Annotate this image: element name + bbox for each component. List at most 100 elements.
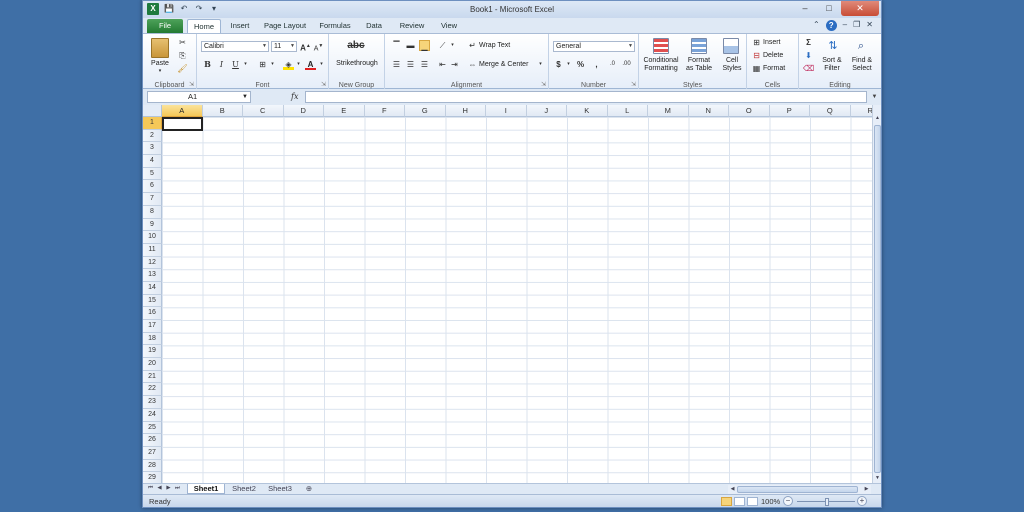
column-header-j[interactable]: J bbox=[526, 105, 567, 117]
next-sheet-icon[interactable]: ▶ bbox=[165, 485, 172, 492]
format-painter-icon[interactable]: 🖌 bbox=[177, 63, 188, 74]
wrap-text-button[interactable]: Wrap Text bbox=[479, 42, 519, 49]
cell-styles-icon[interactable] bbox=[723, 38, 739, 54]
tab-page-layout[interactable]: Page Layout bbox=[261, 19, 309, 33]
active-cell[interactable] bbox=[162, 117, 203, 131]
row-header-10[interactable]: 10 bbox=[143, 231, 162, 244]
column-header-h[interactable]: H bbox=[445, 105, 486, 117]
column-header-c[interactable]: C bbox=[243, 105, 284, 117]
increase-indent-icon[interactable]: ⇥ bbox=[449, 59, 460, 70]
increase-decimal-icon[interactable]: .0 bbox=[607, 59, 618, 70]
cell-styles-button[interactable]: Cell bbox=[719, 57, 745, 64]
vertical-scrollbar[interactable]: ▲ ▼ bbox=[872, 105, 881, 483]
align-center-icon[interactable]: ☰ bbox=[405, 59, 416, 70]
scroll-left-icon[interactable]: ◀ bbox=[728, 485, 737, 494]
scroll-down-icon[interactable]: ▼ bbox=[873, 474, 881, 483]
scroll-right-icon[interactable]: ▶ bbox=[862, 485, 871, 494]
format-as-table-label-2[interactable]: as Table bbox=[679, 65, 719, 72]
zoom-in-button[interactable]: + bbox=[857, 496, 867, 506]
row-header-15[interactable]: 15 bbox=[143, 294, 162, 308]
row-header-25[interactable]: 25 bbox=[143, 421, 162, 435]
align-top-icon[interactable]: ▔ bbox=[391, 40, 402, 51]
currency-dropdown-icon[interactable]: ▾ bbox=[563, 59, 574, 70]
page-layout-view-icon[interactable] bbox=[734, 497, 745, 506]
column-header-e[interactable]: E bbox=[324, 105, 365, 117]
first-sheet-icon[interactable]: ⏮ bbox=[147, 485, 154, 492]
copy-icon[interactable]: ⎘ bbox=[177, 50, 188, 61]
column-header-i[interactable]: I bbox=[486, 105, 527, 117]
column-header-q[interactable]: Q bbox=[810, 105, 851, 117]
find-select-label-2[interactable]: Select bbox=[847, 65, 877, 72]
insert-button[interactable]: Insert bbox=[763, 39, 793, 46]
bold-button[interactable]: B bbox=[202, 59, 213, 70]
row-header-23[interactable]: 23 bbox=[143, 396, 162, 409]
align-bottom-icon[interactable]: ▁ bbox=[419, 40, 430, 51]
delete-button[interactable]: Delete bbox=[763, 52, 793, 59]
column-header-p[interactable]: P bbox=[769, 105, 810, 117]
find-select-icon[interactable]: ⌕ bbox=[853, 38, 869, 54]
column-header-o[interactable]: O bbox=[729, 105, 770, 117]
sort-filter-button[interactable]: Sort & bbox=[817, 57, 847, 64]
number-launcher-icon[interactable]: ⇲ bbox=[631, 81, 636, 88]
autosum-button[interactable]: Σ bbox=[803, 37, 814, 48]
name-box[interactable]: A1 ▼ bbox=[147, 91, 251, 103]
font-color-dropdown-icon[interactable]: ▾ bbox=[316, 59, 327, 70]
align-middle-icon[interactable]: ▬ bbox=[405, 40, 416, 51]
tab-file[interactable]: File bbox=[147, 19, 183, 33]
zoom-level[interactable]: 100% bbox=[761, 497, 780, 506]
sheet-tab-sheet2[interactable]: Sheet2 bbox=[227, 484, 261, 494]
column-header-k[interactable]: K bbox=[567, 105, 608, 117]
row-header-13[interactable]: 13 bbox=[143, 269, 162, 282]
row-header-8[interactable]: 8 bbox=[143, 205, 162, 219]
insert-cells-icon[interactable]: ⊞ bbox=[751, 37, 762, 48]
tab-data[interactable]: Data bbox=[363, 19, 385, 33]
column-header-f[interactable]: F bbox=[364, 105, 405, 117]
row-header-3[interactable]: 3 bbox=[143, 142, 162, 156]
prev-sheet-icon[interactable]: ◀ bbox=[156, 485, 163, 492]
conditional-formatting-button[interactable]: Conditional bbox=[639, 57, 683, 64]
maximize-button[interactable]: □ bbox=[817, 1, 841, 16]
wrap-text-icon[interactable]: ↵ bbox=[467, 40, 478, 51]
conditional-formatting-icon[interactable] bbox=[653, 38, 669, 54]
strikethrough-icon[interactable]: abc bbox=[341, 40, 371, 51]
row-header-9[interactable]: 9 bbox=[143, 218, 162, 232]
underline-dropdown-icon[interactable]: ▾ bbox=[240, 59, 251, 70]
font-color-icon[interactable]: A bbox=[305, 59, 316, 70]
row-header-11[interactable]: 11 bbox=[143, 243, 162, 257]
insert-function-icon[interactable]: fx bbox=[291, 92, 298, 101]
scroll-up-icon[interactable]: ▲ bbox=[873, 114, 881, 123]
row-header-16[interactable]: 16 bbox=[143, 307, 162, 320]
row-header-12[interactable]: 12 bbox=[143, 256, 162, 270]
tab-home[interactable]: Home bbox=[187, 19, 221, 33]
italic-button[interactable]: I bbox=[216, 59, 227, 70]
sort-filter-label-2[interactable]: Filter bbox=[817, 65, 847, 72]
row-header-27[interactable]: 27 bbox=[143, 446, 162, 460]
window-restore-icon[interactable]: ❐ bbox=[853, 20, 860, 31]
row-header-22[interactable]: 22 bbox=[143, 383, 162, 397]
row-header-4[interactable]: 4 bbox=[143, 155, 162, 168]
insert-sheet-icon[interactable]: ⊕ bbox=[301, 484, 317, 494]
row-header-1[interactable]: 1 bbox=[143, 117, 162, 130]
chevron-down-icon[interactable]: ▼ bbox=[242, 92, 248, 102]
close-button[interactable]: ✕ bbox=[841, 1, 879, 16]
minimize-ribbon-icon[interactable]: ⌃ bbox=[813, 20, 820, 31]
last-sheet-icon[interactable]: ⏭ bbox=[174, 485, 181, 492]
restore-icon[interactable]: – bbox=[843, 20, 847, 31]
tab-review[interactable]: Review bbox=[397, 19, 427, 33]
delete-cells-icon[interactable]: ⊟ bbox=[751, 50, 762, 61]
row-header-5[interactable]: 5 bbox=[143, 167, 162, 181]
row-header-19[interactable]: 19 bbox=[143, 345, 162, 359]
number-format-select[interactable]: General ▼ bbox=[553, 41, 635, 52]
horizontal-scrollbar[interactable]: ◀ ▶ bbox=[728, 485, 871, 494]
align-right-icon[interactable]: ☰ bbox=[419, 59, 430, 70]
row-header-14[interactable]: 14 bbox=[143, 281, 162, 295]
row-header-17[interactable]: 17 bbox=[143, 320, 162, 333]
align-left-icon[interactable]: ☰ bbox=[391, 59, 402, 70]
merge-center-button[interactable]: Merge & Center bbox=[479, 61, 537, 68]
cell-styles-label-2[interactable]: Styles bbox=[717, 65, 747, 72]
sheet-tab-sheet3[interactable]: Sheet3 bbox=[263, 484, 297, 494]
row-header-18[interactable]: 18 bbox=[143, 332, 162, 346]
format-button[interactable]: Format bbox=[763, 65, 793, 72]
column-header-g[interactable]: G bbox=[405, 105, 446, 117]
column-header-d[interactable]: D bbox=[283, 105, 324, 117]
